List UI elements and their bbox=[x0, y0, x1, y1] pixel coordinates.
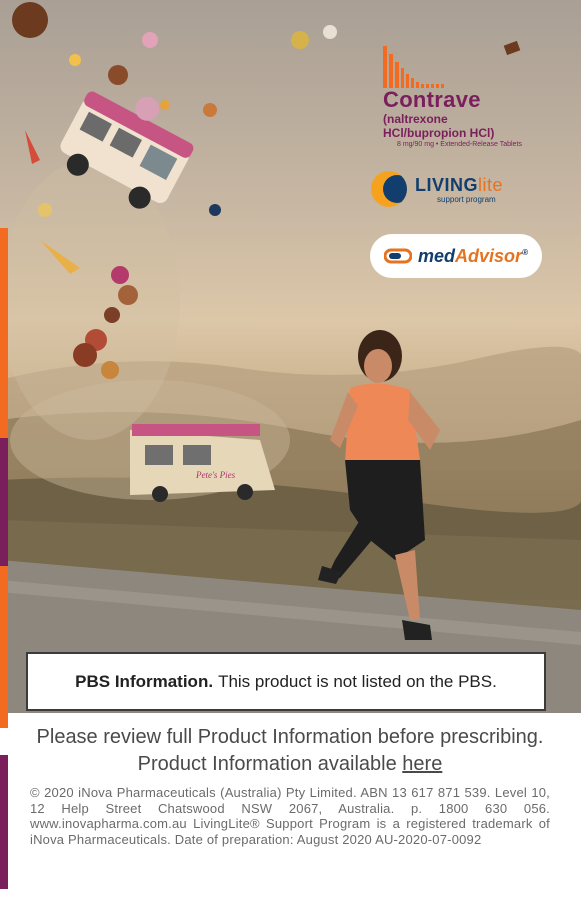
product-information-link[interactable]: here bbox=[402, 753, 442, 775]
pbs-text: This product is not listed on the PBS. bbox=[218, 671, 497, 691]
medadvisor-pill-icon bbox=[384, 248, 413, 264]
legal-disclaimer: © 2020 iNova Pharmaceuticals (Australia)… bbox=[30, 785, 550, 847]
livinglite-brand: LIVINGlite bbox=[415, 174, 504, 195]
contrave-generic-name: (naltrexone HCl/bupropion HCl) bbox=[383, 112, 495, 140]
left-accent-band bbox=[0, 566, 8, 728]
review-line-1: Please review full Product Information b… bbox=[36, 726, 544, 748]
contrave-name: Contrave bbox=[383, 87, 481, 112]
medadvisor-wordmark: medAdvisor® bbox=[418, 245, 528, 266]
contrave-logo: Contrave (naltrexone HCl/bupropion HCl) … bbox=[383, 44, 533, 150]
pbs-information-box: PBS Information. This product is not lis… bbox=[26, 652, 546, 711]
svg-text:Pete's Pies: Pete's Pies bbox=[195, 470, 236, 480]
review-notice: Please review full Product Information b… bbox=[20, 724, 560, 778]
medadvisor-logo: medAdvisor® bbox=[370, 234, 542, 278]
review-line-2: Product Information available here bbox=[137, 753, 443, 775]
contrave-bars-icon bbox=[383, 44, 533, 88]
left-accent-band bbox=[0, 438, 8, 566]
ground-van-illustration: Pete's Pies bbox=[130, 424, 275, 502]
livinglite-subtitle: support program bbox=[437, 194, 496, 204]
left-accent-band bbox=[0, 228, 8, 438]
pbs-label: PBS Information. bbox=[75, 671, 214, 691]
left-accent-band bbox=[0, 755, 8, 889]
livinglite-icon bbox=[371, 171, 407, 207]
livinglite-logo: LIVINGlite support program bbox=[371, 169, 541, 209]
hero-image: Pete's Pies Contrave (naltrexone HCl/bup… bbox=[0, 0, 581, 713]
contrave-dose: 8 mg/90 mg • Extended-Release Tablets bbox=[397, 141, 522, 148]
